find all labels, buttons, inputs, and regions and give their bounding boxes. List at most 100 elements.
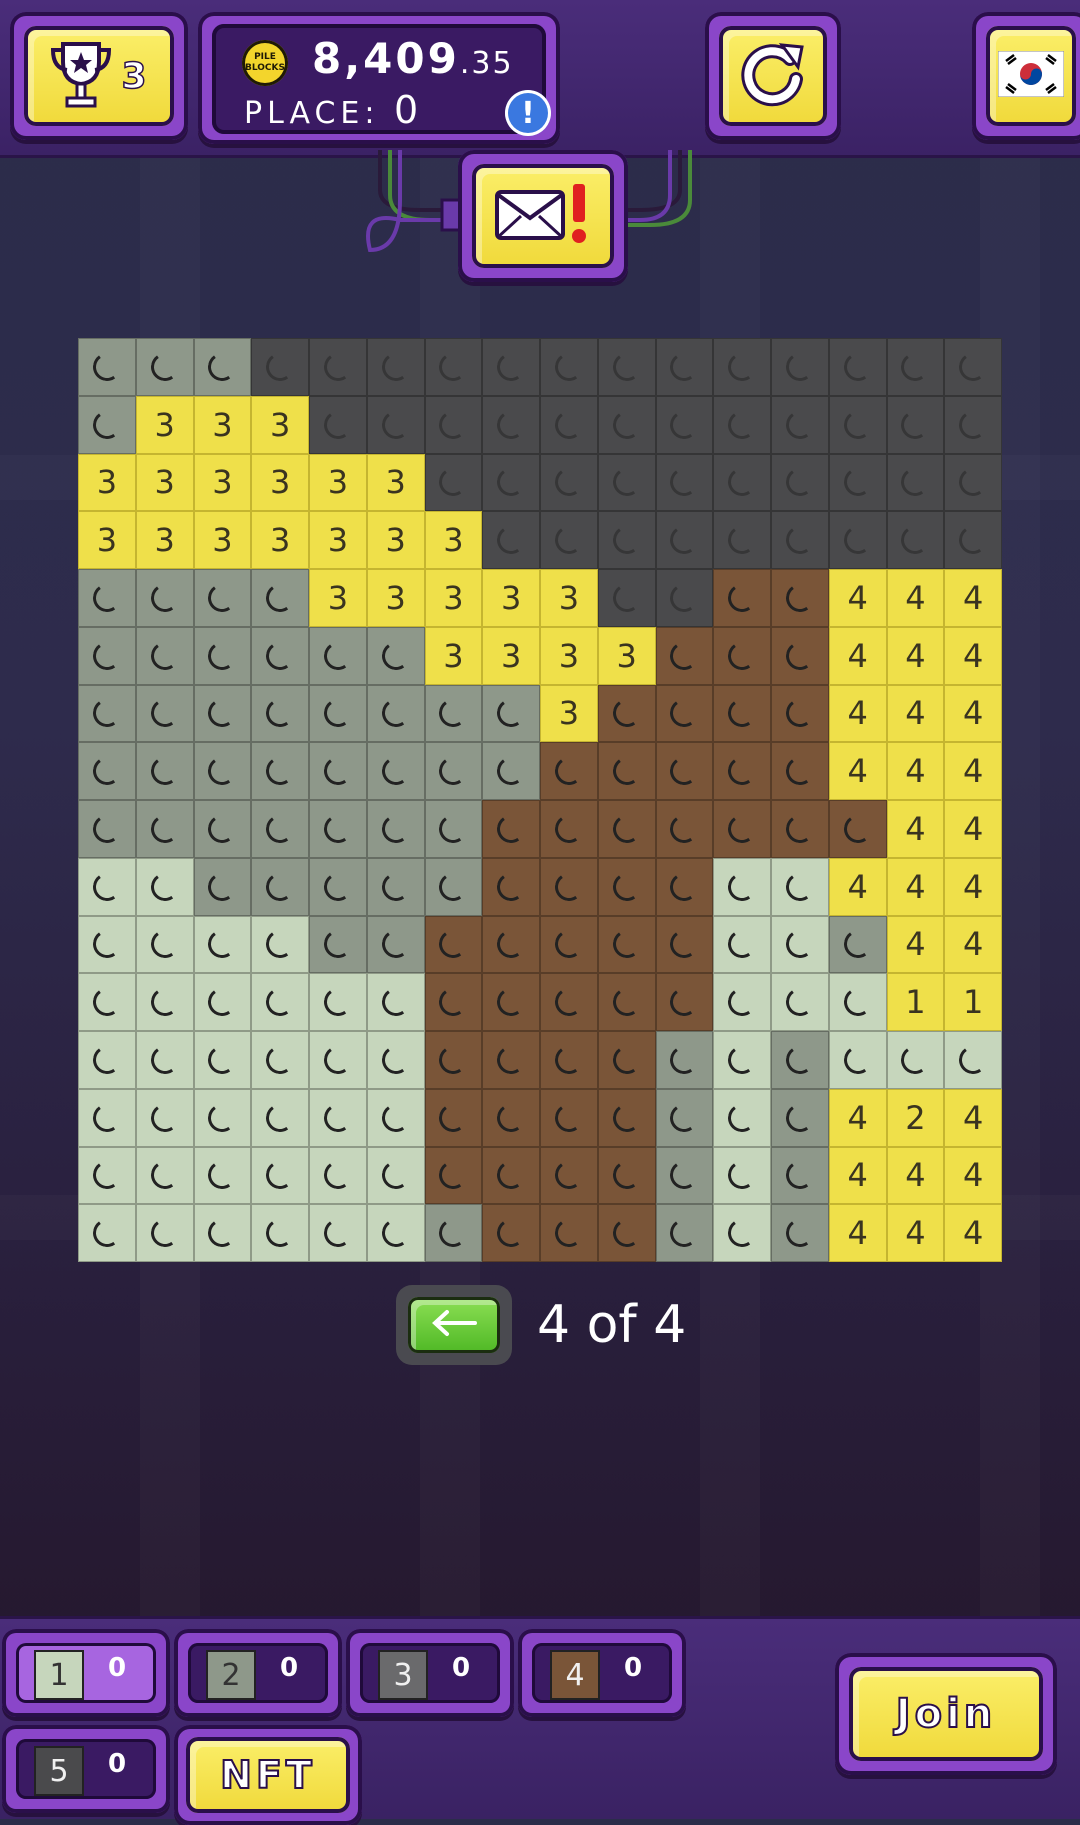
grid-cell[interactable] xyxy=(828,1031,887,1089)
grid-cell[interactable] xyxy=(366,684,425,743)
grid-cell[interactable] xyxy=(597,684,656,743)
grid-cell[interactable] xyxy=(655,1088,714,1147)
grid-cell[interactable] xyxy=(655,453,714,512)
grid-cell[interactable] xyxy=(540,973,598,1031)
grid-cell[interactable] xyxy=(771,742,829,800)
join-panel[interactable]: Join xyxy=(835,1653,1057,1775)
grid-cell[interactable] xyxy=(366,1204,425,1262)
grid-cell[interactable] xyxy=(251,857,309,916)
grid-cell[interactable] xyxy=(193,973,252,1031)
grid-cell[interactable] xyxy=(828,395,887,454)
grid-cell[interactable] xyxy=(193,800,252,858)
grid-cell-number[interactable]: 4 xyxy=(944,915,1002,974)
grid-cell-number[interactable]: 4 xyxy=(828,1088,887,1147)
grid-cell[interactable] xyxy=(540,338,598,396)
grid-cell[interactable] xyxy=(251,742,309,800)
info-icon[interactable]: ! xyxy=(505,90,551,136)
grid-cell[interactable] xyxy=(366,915,425,974)
grid-cell[interactable] xyxy=(828,338,887,396)
grid-cell-number[interactable]: 3 xyxy=(251,395,309,454)
grid-cell[interactable] xyxy=(366,1031,425,1089)
grid-cell-number[interactable]: 4 xyxy=(944,1146,1002,1205)
grid-cell[interactable] xyxy=(828,511,887,569)
grid-cell[interactable] xyxy=(251,973,309,1031)
grid-cell[interactable] xyxy=(944,1031,1002,1089)
trophy-panel[interactable]: 3 xyxy=(10,12,188,140)
grid-cell[interactable] xyxy=(828,973,887,1031)
grid-cell[interactable] xyxy=(886,453,945,512)
grid-cell-number[interactable]: 4 xyxy=(828,857,887,916)
grid-cell[interactable] xyxy=(424,973,483,1031)
grid-cell-number[interactable]: 3 xyxy=(482,569,540,627)
grid-cell-number[interactable]: 3 xyxy=(366,569,425,627)
grid-cell[interactable] xyxy=(597,511,656,569)
palette-counter-2[interactable]: 20 xyxy=(174,1629,342,1717)
grid-cell[interactable] xyxy=(482,338,540,396)
grid-cell[interactable] xyxy=(597,395,656,454)
grid-cell[interactable] xyxy=(771,453,829,512)
grid-cell-number[interactable]: 4 xyxy=(944,684,1002,743)
grid-cell[interactable] xyxy=(366,395,425,454)
grid-cell[interactable] xyxy=(193,1204,252,1262)
grid-cell[interactable] xyxy=(309,1031,367,1089)
grid-cell[interactable] xyxy=(135,338,194,396)
grid-cell[interactable] xyxy=(251,1146,309,1205)
grid-cell[interactable] xyxy=(540,742,598,800)
grid-cell[interactable] xyxy=(713,1204,771,1262)
grid-cell[interactable] xyxy=(597,1031,656,1089)
grid-cell[interactable] xyxy=(713,973,771,1031)
grid-cell[interactable] xyxy=(944,453,1002,512)
grid-cell[interactable] xyxy=(655,626,714,685)
grid-cell-number[interactable]: 3 xyxy=(193,453,252,512)
grid-cell[interactable] xyxy=(424,1204,483,1262)
grid-cell[interactable] xyxy=(366,973,425,1031)
grid-cell[interactable] xyxy=(771,569,829,627)
grid-cell-number[interactable]: 3 xyxy=(309,511,367,569)
grid-cell-number[interactable]: 3 xyxy=(193,395,252,454)
grid-cell[interactable] xyxy=(771,511,829,569)
grid-cell[interactable] xyxy=(424,857,483,916)
grid-cell[interactable] xyxy=(597,569,656,627)
grid-cell-number[interactable]: 3 xyxy=(309,453,367,512)
grid-cell[interactable] xyxy=(944,395,1002,454)
grid-cell[interactable] xyxy=(135,684,194,743)
grid-cell[interactable] xyxy=(828,453,887,512)
grid-cell-number[interactable]: 4 xyxy=(828,1204,887,1262)
grid-cell[interactable] xyxy=(540,800,598,858)
grid-cell[interactable] xyxy=(886,511,945,569)
grid-cell[interactable] xyxy=(713,684,771,743)
grid-cell[interactable] xyxy=(655,569,714,627)
grid-cell[interactable] xyxy=(713,453,771,512)
grid-cell[interactable] xyxy=(540,915,598,974)
palette-counter-1[interactable]: 10 xyxy=(2,1629,170,1717)
grid-cell[interactable] xyxy=(482,453,540,512)
grid-cell[interactable] xyxy=(193,569,252,627)
grid-cell[interactable] xyxy=(713,511,771,569)
grid-cell-number[interactable]: 4 xyxy=(828,626,887,685)
grid-cell[interactable] xyxy=(78,800,136,858)
grid-cell[interactable] xyxy=(135,857,194,916)
grid-cell[interactable] xyxy=(713,1146,771,1205)
grid-cell-number[interactable]: 3 xyxy=(540,684,598,743)
mail-panel[interactable] xyxy=(458,150,628,282)
grid-cell[interactable] xyxy=(482,800,540,858)
grid-cell-number[interactable]: 4 xyxy=(886,569,945,627)
back-button-frame[interactable] xyxy=(396,1285,512,1365)
grid-cell[interactable] xyxy=(597,857,656,916)
grid-cell-number[interactable]: 3 xyxy=(540,569,598,627)
grid-cell[interactable] xyxy=(309,684,367,743)
grid-cell-number[interactable]: 3 xyxy=(78,511,136,569)
grid-cell[interactable] xyxy=(78,569,136,627)
language-panel[interactable] xyxy=(972,12,1080,140)
grid-cell[interactable] xyxy=(193,742,252,800)
grid-cell[interactable] xyxy=(78,395,136,454)
grid-cell[interactable] xyxy=(482,973,540,1031)
grid-cell[interactable] xyxy=(713,1088,771,1147)
grid-cell[interactable] xyxy=(713,338,771,396)
grid-cell[interactable] xyxy=(135,626,194,685)
grid-cell[interactable] xyxy=(78,1031,136,1089)
grid-cell[interactable] xyxy=(540,511,598,569)
grid-cell[interactable] xyxy=(655,395,714,454)
grid-cell[interactable] xyxy=(366,626,425,685)
grid-cell[interactable] xyxy=(78,857,136,916)
